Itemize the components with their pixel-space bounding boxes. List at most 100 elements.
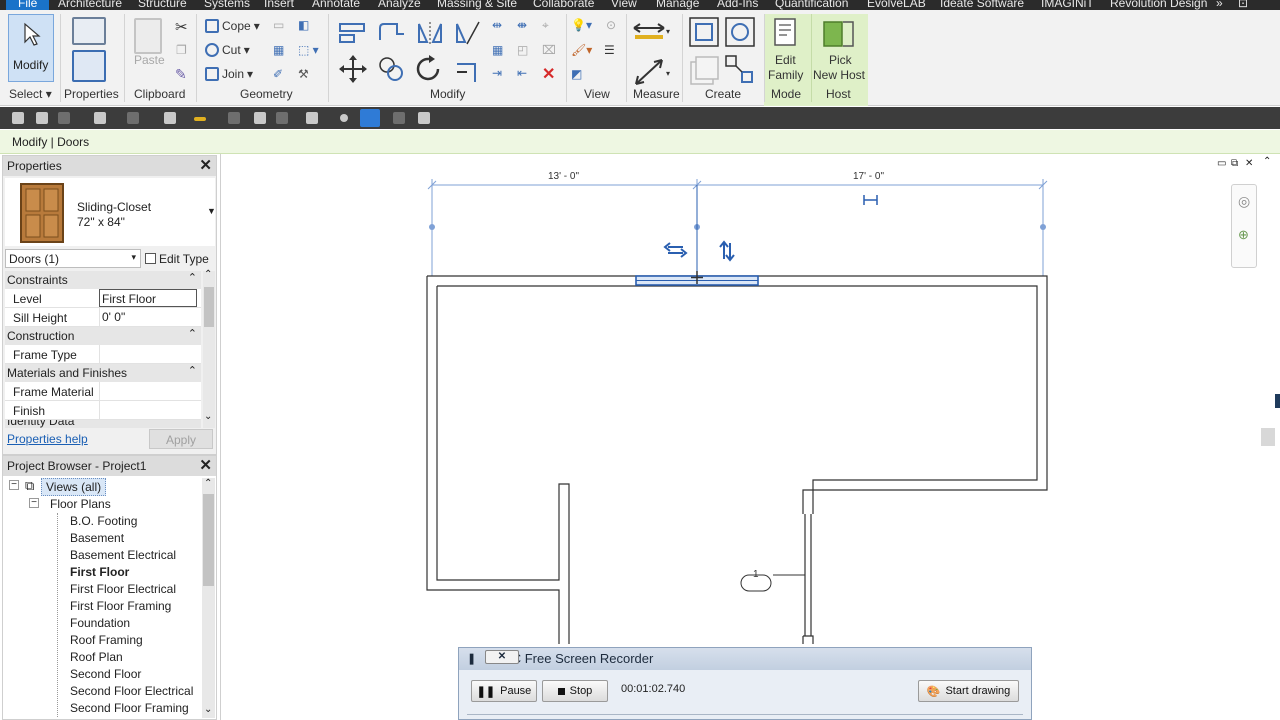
paint-icon[interactable]: ▦	[273, 43, 284, 57]
close-recorder-icon[interactable]: ✕	[485, 650, 519, 664]
more-tabs-icon[interactable]: »	[1216, 0, 1223, 10]
menu-analyze[interactable]: Analyze	[378, 0, 421, 10]
cope-button[interactable]: Cope ▾	[205, 19, 260, 33]
join-button[interactable]: Join ▾	[205, 67, 253, 81]
menu-ideate-software[interactable]: Ideate Software	[940, 0, 1024, 10]
collapse-views-icon[interactable]: −	[9, 480, 19, 490]
scroll-thumb[interactable]	[204, 287, 214, 327]
trim-icon[interactable]: ⇥	[492, 66, 502, 80]
menu-insert[interactable]: Insert	[264, 0, 294, 10]
exterior-wall-inner[interactable]	[437, 285, 1038, 514]
save-icon[interactable]	[36, 112, 48, 124]
finish-field[interactable]	[99, 401, 197, 419]
menu-file[interactable]: File	[6, 0, 50, 10]
canvas-scroll-up-icon[interactable]: ⌃	[1263, 156, 1271, 167]
menu-annotate[interactable]: Annotate	[312, 0, 360, 10]
type-properties-button[interactable]	[72, 17, 106, 45]
split-face-icon[interactable]: ◧	[298, 18, 309, 32]
window-opening[interactable]	[802, 514, 814, 644]
menu-evolvelab[interactable]: EvolveLAB	[867, 0, 926, 10]
lightbulb-icon[interactable]: 💡▾	[571, 18, 592, 32]
flip-facing-icon[interactable]	[719, 240, 735, 262]
scroll-thumb[interactable]	[203, 494, 214, 586]
hammer-icon[interactable]: ⚒	[298, 67, 309, 81]
drag-grip[interactable]	[429, 224, 435, 230]
dimension-right-label[interactable]: 17' - 0"	[853, 171, 884, 182]
split-icon[interactable]: ⇹	[492, 18, 502, 32]
match-type-icon[interactable]: ✎	[175, 66, 187, 83]
type-dropdown-icon[interactable]: ▼	[207, 206, 216, 216]
close-hidden-icon[interactable]	[393, 112, 405, 124]
zoom-region-icon[interactable]: ⊕	[1238, 227, 1249, 243]
tree-item[interactable]: Foundation	[70, 616, 130, 630]
dimension-toggle-icon[interactable]	[863, 195, 878, 205]
text-icon[interactable]	[276, 112, 288, 124]
select-dropdown[interactable]: Select ▾	[9, 87, 52, 101]
thin-lines-icon[interactable]	[360, 109, 380, 127]
views-all-node[interactable]: Views (all)	[41, 478, 107, 496]
menu-manage[interactable]: Manage	[656, 0, 699, 10]
properties-help-link[interactable]: Properties help	[7, 432, 88, 446]
scale-icon[interactable]: ◰	[517, 43, 528, 57]
menu-structure[interactable]: Structure	[138, 0, 187, 10]
menu-add-ins[interactable]: Add-Ins	[717, 0, 758, 10]
tree-item[interactable]: Basement Electrical	[70, 548, 176, 562]
demolish-icon[interactable]: ⬚ ▾	[298, 43, 319, 57]
dimension-left-label[interactable]: 13' - 0"	[548, 171, 579, 182]
start-drawing-button[interactable]: 🎨 Start drawing	[918, 680, 1019, 702]
canvas-scroll-thumb[interactable]	[1261, 428, 1275, 446]
open-icon[interactable]	[12, 112, 24, 124]
wall-joins-icon[interactable]: ▭	[273, 18, 284, 32]
type-selector[interactable]: Sliding-Closet 72" x 84" ▼	[5, 178, 216, 246]
flip-hand-icon[interactable]	[663, 242, 688, 258]
group-constraints[interactable]: Constraints ⌃	[5, 271, 201, 289]
tag-icon[interactable]	[254, 112, 266, 124]
collapse-floor-plans-icon[interactable]: −	[29, 498, 39, 508]
undo-icon[interactable]	[94, 112, 106, 124]
stop-button[interactable]: Stop	[542, 680, 608, 702]
move-icon[interactable]	[338, 54, 368, 84]
menu-revolution-design[interactable]: Revolution Design	[1110, 0, 1207, 10]
create-group-icon[interactable]	[688, 54, 720, 86]
tree-item[interactable]: Basement	[70, 531, 124, 545]
cut-geometry-button[interactable]: Cut ▾	[205, 43, 250, 57]
scroll-up-icon[interactable]: ⌃	[204, 269, 212, 280]
mirror-axis-icon[interactable]	[415, 20, 445, 46]
tree-item[interactable]: Roof Plan	[70, 650, 123, 664]
menu-collaborate[interactable]: Collaborate	[533, 0, 594, 10]
create-similar-icon[interactable]	[724, 16, 756, 48]
navigation-bar[interactable]: ◎ ⊕	[1231, 184, 1257, 268]
menu-quantification[interactable]: Quantification	[775, 0, 848, 10]
linework-view-icon[interactable]: ☰	[604, 43, 615, 57]
menu-massing-site[interactable]: Massing & Site	[437, 0, 517, 10]
offset-icon[interactable]	[377, 20, 407, 46]
group-materials[interactable]: Materials and Finishes ⌃	[5, 364, 201, 382]
scroll-up-icon[interactable]: ⌃	[204, 478, 212, 489]
tree-item[interactable]: Second Floor Framing	[70, 701, 189, 715]
pause-button[interactable]: ❚❚ Pause	[471, 680, 537, 702]
level-value-field[interactable]: First Floor	[99, 289, 197, 307]
create-assembly-icon[interactable]	[724, 54, 756, 86]
modify-tool-button[interactable]: Modify	[8, 14, 54, 82]
array-icon[interactable]: ▦	[492, 43, 503, 57]
switch-windows-icon[interactable]	[418, 112, 430, 124]
edit-type-button[interactable]: Edit Type	[145, 249, 215, 268]
edit-family-button[interactable]: Edit	[775, 53, 796, 67]
cut-icon[interactable]: ✂	[175, 18, 188, 36]
recorder-titlebar[interactable]: ❚ VSDC Free Screen Recorder ✕	[459, 648, 1031, 670]
sync-icon[interactable]	[58, 112, 70, 124]
minimize-view-icon[interactable]: ▭	[1217, 158, 1226, 169]
tree-item[interactable]: Second Floor	[70, 667, 141, 681]
scroll-down-icon[interactable]: ⌄	[204, 704, 212, 715]
linework-icon[interactable]: ✐	[273, 67, 283, 81]
drag-grip[interactable]	[1040, 224, 1046, 230]
trim-multiple-icon[interactable]: ⇤	[517, 66, 527, 80]
properties-button[interactable]	[72, 50, 106, 82]
paintbrush-icon[interactable]: 🖌▾	[571, 43, 592, 57]
split-gap-icon[interactable]: ⇼	[517, 18, 527, 32]
restore-view-icon[interactable]: ⧉	[1231, 158, 1238, 169]
steering-wheel-icon[interactable]: ◎	[1238, 193, 1250, 210]
frame-type-field[interactable]	[99, 345, 197, 363]
align-icon[interactable]	[338, 20, 368, 46]
menu-imaginit[interactable]: IMAGINiT	[1041, 0, 1094, 10]
